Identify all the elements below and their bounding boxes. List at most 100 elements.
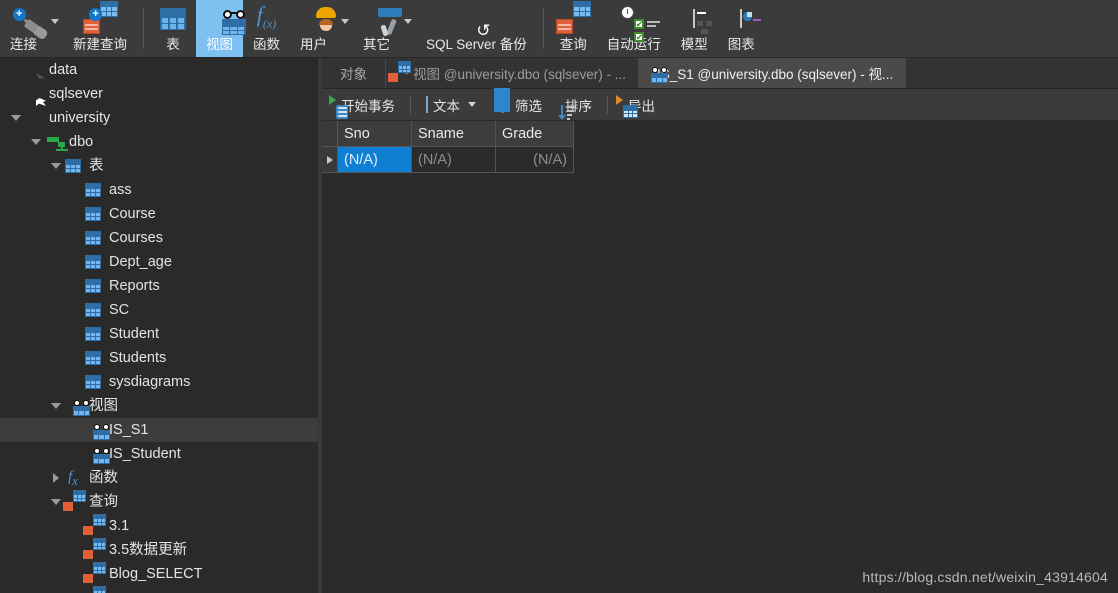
tree-item-Student[interactable]: Student bbox=[0, 322, 318, 346]
tree-item-表[interactable]: 表 bbox=[0, 154, 318, 178]
tree-item-ass[interactable]: ass bbox=[0, 178, 318, 202]
tree-twisty-empty bbox=[68, 274, 84, 298]
chevron-down-icon[interactable] bbox=[48, 154, 64, 178]
toolbar-button-other-tools[interactable]: 其它 bbox=[353, 0, 402, 57]
chevron-down-icon[interactable] bbox=[48, 394, 64, 418]
tab-objects[interactable]: 对象 bbox=[322, 58, 386, 88]
tree-twisty-empty bbox=[68, 250, 84, 274]
tree-item-函数[interactable]: fx 函数 bbox=[0, 466, 318, 490]
tree-item-icon bbox=[83, 562, 106, 583]
chevron-down-icon[interactable] bbox=[400, 19, 416, 38]
table-icon bbox=[85, 351, 101, 365]
tree-item-label: Courses bbox=[109, 230, 163, 246]
tree-item-查询[interactable]: 查询 bbox=[0, 490, 318, 514]
toolbar-button-user[interactable]: 用户 bbox=[290, 0, 337, 57]
tree-item-sysdiagrams[interactable]: sysdiagrams bbox=[0, 370, 318, 394]
tree-item-Reports[interactable]: Reports bbox=[0, 274, 318, 298]
toolbar-button-label: 用户 bbox=[300, 37, 327, 52]
toolbar-button-new-query[interactable]: + 新建查询 bbox=[63, 0, 137, 57]
tree-item-label: Course bbox=[109, 206, 156, 222]
chevron-down-icon[interactable] bbox=[337, 19, 353, 38]
tree-item-label: Student bbox=[109, 326, 159, 342]
gridbar-button-export[interactable]: 导出 bbox=[615, 92, 663, 118]
tree-item-SC[interactable]: SC bbox=[0, 298, 318, 322]
gridbar-button-text[interactable]: 文本 bbox=[418, 92, 484, 118]
tree-item-icon bbox=[84, 373, 102, 391]
tree-item-Course[interactable]: Course bbox=[0, 202, 318, 226]
tree-item-university[interactable]: university bbox=[0, 106, 318, 130]
grid-column-header[interactable]: Grade bbox=[496, 121, 574, 147]
toolbar-button-automation[interactable]: 自动运行 bbox=[597, 0, 671, 57]
grid-row-indicator[interactable] bbox=[322, 147, 338, 173]
table-icon bbox=[85, 279, 101, 293]
tree-item-icon bbox=[84, 349, 102, 367]
gridbar-button-begin-transaction[interactable]: 开始事务 bbox=[328, 92, 403, 119]
tree-item-icon bbox=[24, 85, 42, 103]
tree-item-label: ass bbox=[109, 182, 132, 198]
tree-item-3.1[interactable]: 3.1 bbox=[0, 514, 318, 538]
toolbar-divider bbox=[143, 8, 144, 49]
chevron-down-icon[interactable] bbox=[28, 130, 44, 154]
tree-item-Courses[interactable]: Courses bbox=[0, 226, 318, 250]
chevron-down-icon[interactable] bbox=[48, 490, 64, 514]
gridbar-button-sort[interactable]: 排序 bbox=[552, 92, 600, 120]
tree-item-Students[interactable]: Students bbox=[0, 346, 318, 370]
toolbar-button-query[interactable]: 查询 bbox=[550, 0, 597, 57]
toolbar-button-function-fx[interactable]: f(x) 函数 bbox=[243, 0, 290, 57]
chevron-right-icon[interactable] bbox=[48, 466, 64, 490]
filter-icon bbox=[494, 88, 510, 112]
tree-item-Blog_SELECT[interactable]: Blog_SELECT bbox=[0, 562, 318, 586]
tree-item-dbo[interactable]: dbo bbox=[0, 130, 318, 154]
tree-item-icon bbox=[64, 397, 90, 416]
toolbar-icon-wrap bbox=[740, 4, 762, 34]
document-tab[interactable]: IS_S1 @university.dbo (sqlsever) - 视... bbox=[639, 58, 907, 88]
object-tree-sidebar[interactable]: data sqlsever university dbo 表 ass Course Cours… bbox=[0, 58, 318, 593]
main-toolbar: +连接 +新建查询表 视图 f(x) 函数 用户 其它 SQL Server 备份查询自动运行… bbox=[0, 0, 1118, 58]
toolbar-button-label: 模型 bbox=[680, 37, 708, 52]
gridbar-button-filter[interactable]: 筛选 bbox=[486, 88, 550, 118]
tree-item-icon bbox=[83, 514, 106, 535]
gridbar-divider bbox=[410, 95, 411, 114]
tree-item[interactable] bbox=[0, 586, 318, 593]
table-icon bbox=[85, 255, 101, 269]
grid-cell[interactable]: (N/A) bbox=[496, 147, 574, 173]
tree-item-label: IS_S1 bbox=[109, 422, 149, 438]
toolbar-button-backup[interactable]: SQL Server 备份 bbox=[416, 0, 537, 57]
toolbar-button-label: 图表 bbox=[727, 37, 755, 52]
tree-item-label: sysdiagrams bbox=[109, 374, 191, 390]
toolbar-button-label: 新建查询 bbox=[73, 37, 127, 52]
main-pane: 对象 * 视图 @university.dbo (sqlsever) - ...… bbox=[322, 58, 1118, 593]
tree-item-Dept_age[interactable]: Dept_age bbox=[0, 250, 318, 274]
chevron-down-icon[interactable] bbox=[47, 19, 63, 38]
tree-item-icon bbox=[64, 157, 82, 175]
tree-item-视图[interactable]: 视图 bbox=[0, 394, 318, 418]
gridbar-icon-wrap bbox=[426, 96, 428, 113]
result-grid[interactable]: Sno Sname Grade (N/A) (N/A) (N/A) bbox=[322, 121, 1118, 173]
grid-cell[interactable]: (N/A) bbox=[412, 147, 496, 173]
tree-item-label: 3.1 bbox=[109, 518, 130, 534]
tree-item-icon bbox=[84, 445, 110, 464]
grid-data-row[interactable]: (N/A) (N/A) (N/A) bbox=[322, 147, 1118, 173]
chevron-down-icon[interactable] bbox=[8, 106, 24, 130]
grid-column-header[interactable]: Sname bbox=[412, 121, 496, 147]
toolbar-button-table[interactable]: 表 bbox=[150, 0, 196, 57]
document-tab-bar: 对象 * 视图 @university.dbo (sqlsever) - ...… bbox=[322, 58, 1118, 89]
toolbar-button-plug-connect[interactable]: + 连接 bbox=[0, 0, 49, 57]
chevron-down-icon[interactable] bbox=[468, 102, 476, 107]
tree-item-icon bbox=[83, 538, 106, 559]
tree-item-sqlsever[interactable]: sqlsever bbox=[0, 82, 318, 106]
toolbar-button-view[interactable]: 视图 bbox=[196, 0, 246, 57]
tree-item-data[interactable]: data bbox=[0, 58, 318, 82]
grid-cell[interactable]: (N/A) bbox=[338, 147, 412, 173]
tree-item-3.5数据更新[interactable]: 3.5数据更新 bbox=[0, 538, 318, 562]
grid-column-header[interactable]: Sno bbox=[338, 121, 412, 147]
tree-item-IS_Student[interactable]: IS_Student bbox=[0, 442, 318, 466]
tree-twisty-empty bbox=[8, 58, 24, 82]
document-tab[interactable]: * 视图 @university.dbo (sqlsever) - ... bbox=[386, 58, 640, 88]
table-icon bbox=[85, 231, 101, 245]
gridbar-button-label: 排序 bbox=[565, 98, 592, 114]
toolbar-button-label: 视图 bbox=[206, 37, 233, 52]
tree-item-IS_S1[interactable]: IS_S1 bbox=[0, 418, 318, 442]
toolbar-button-chart[interactable]: 图表 bbox=[718, 0, 765, 57]
toolbar-button-model[interactable]: 模型 bbox=[671, 0, 718, 57]
